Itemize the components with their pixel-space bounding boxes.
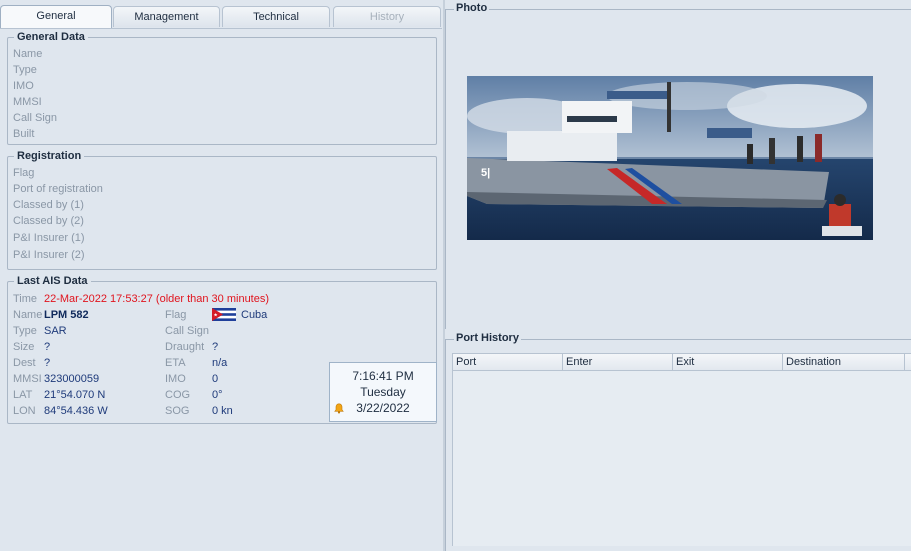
ais-lat-label: LAT — [13, 389, 33, 401]
ais-size-label: Size — [13, 341, 35, 353]
svg-text:5|: 5| — [481, 167, 490, 179]
port-history-grid-body[interactable] — [452, 371, 911, 546]
tab-history: History — [333, 6, 441, 27]
field-label-name: Name — [13, 48, 43, 60]
tab-strip: General Management Technical History — [0, 5, 442, 28]
clock-widget: 7:16:41 PM Tuesday 3/22/2022 — [329, 362, 437, 422]
port-history-panel: Port History Port Enter Exit Destination — [445, 332, 911, 551]
ais-type-value: SAR — [44, 325, 67, 337]
vessel-photo: 5| — [467, 76, 873, 240]
field-label-pi-insurer-2: P&I Insurer (2) — [13, 249, 85, 261]
tab-technical[interactable]: Technical — [222, 6, 330, 27]
ais-eta-value: n/a — [212, 357, 228, 369]
photo-panel: Photo 5| — [445, 2, 911, 329]
field-label-built: Built — [13, 128, 35, 140]
field-label-classed-by-1: Classed by (1) — [13, 199, 84, 211]
column-header-exit[interactable]: Exit — [673, 354, 783, 370]
ais-mmsi-value: 323000059 — [44, 373, 100, 385]
clock-day: Tuesday — [360, 385, 406, 399]
clock-time: 7:16:41 PM — [352, 369, 414, 383]
group-title: General Data — [14, 31, 88, 43]
ais-size-value: ? — [44, 341, 51, 353]
ais-lon-label: LON — [13, 405, 36, 417]
clock-date: 3/22/2022 — [356, 401, 410, 415]
group-title: Registration — [14, 150, 85, 162]
ais-time-label: Time — [13, 293, 38, 305]
tab-management[interactable]: Management — [113, 6, 220, 27]
field-label-classed-by-2: Classed by (2) — [13, 215, 84, 227]
field-label-imo: IMO — [13, 80, 34, 92]
column-header-enter[interactable]: Enter — [563, 354, 673, 370]
ais-lon-value: 84°54.436 W — [44, 405, 108, 417]
field-label-type: Type — [13, 64, 37, 76]
ais-name-label: Name — [13, 309, 43, 321]
bell-icon[interactable] — [334, 402, 344, 418]
photo-panel-title: Photo — [454, 2, 490, 14]
ais-cog-label: COG — [165, 389, 191, 401]
ais-type-label: Type — [13, 325, 37, 337]
ais-flag-value: Cuba — [241, 309, 268, 321]
field-label-flag: Flag — [13, 167, 35, 179]
group-title: Last AIS Data — [14, 275, 91, 287]
ais-dest-label: Dest — [13, 357, 36, 369]
port-history-grid-header: Port Enter Exit Destination — [452, 353, 911, 371]
ais-eta-label: ETA — [165, 357, 186, 369]
ais-time-value: 22-Mar-2022 17:53:27 (older than 30 minu… — [44, 293, 270, 305]
registration-group: Registration Flag Port of registration C… — [7, 150, 437, 270]
ais-mmsi-label: MMSI — [13, 373, 42, 385]
ais-flag-label: Flag — [165, 309, 187, 321]
ais-sog-value: 0 kn — [212, 405, 233, 417]
ais-call-sign-label: Call Sign — [165, 325, 210, 337]
field-label-pi-insurer-1: P&I Insurer (1) — [13, 232, 85, 244]
tab-divider — [0, 28, 442, 29]
field-label-call-sign: Call Sign — [13, 112, 58, 124]
general-data-group: General Data Name Type IMO MMSI Call Sig… — [7, 31, 437, 145]
ais-sog-label: SOG — [165, 405, 190, 417]
ais-cog-value: 0° — [212, 389, 223, 401]
ais-name-value: LPM 582 — [44, 309, 89, 321]
column-header-destination[interactable]: Destination — [783, 354, 905, 370]
ais-dest-value: ? — [44, 357, 51, 369]
ais-draught-label: Draught — [165, 341, 205, 353]
cuba-flag-icon — [212, 308, 236, 321]
port-history-title: Port History — [454, 332, 521, 344]
ais-imo-value: 0 — [212, 373, 219, 385]
tab-general[interactable]: General — [0, 5, 112, 28]
ais-draught-value: ? — [212, 341, 219, 353]
field-label-mmsi: MMSI — [13, 96, 42, 108]
ais-imo-label: IMO — [165, 373, 186, 385]
column-header-port[interactable]: Port — [453, 354, 563, 370]
ais-lat-value: 21°54.070 N — [44, 389, 106, 401]
field-label-port-of-registration: Port of registration — [13, 183, 103, 195]
